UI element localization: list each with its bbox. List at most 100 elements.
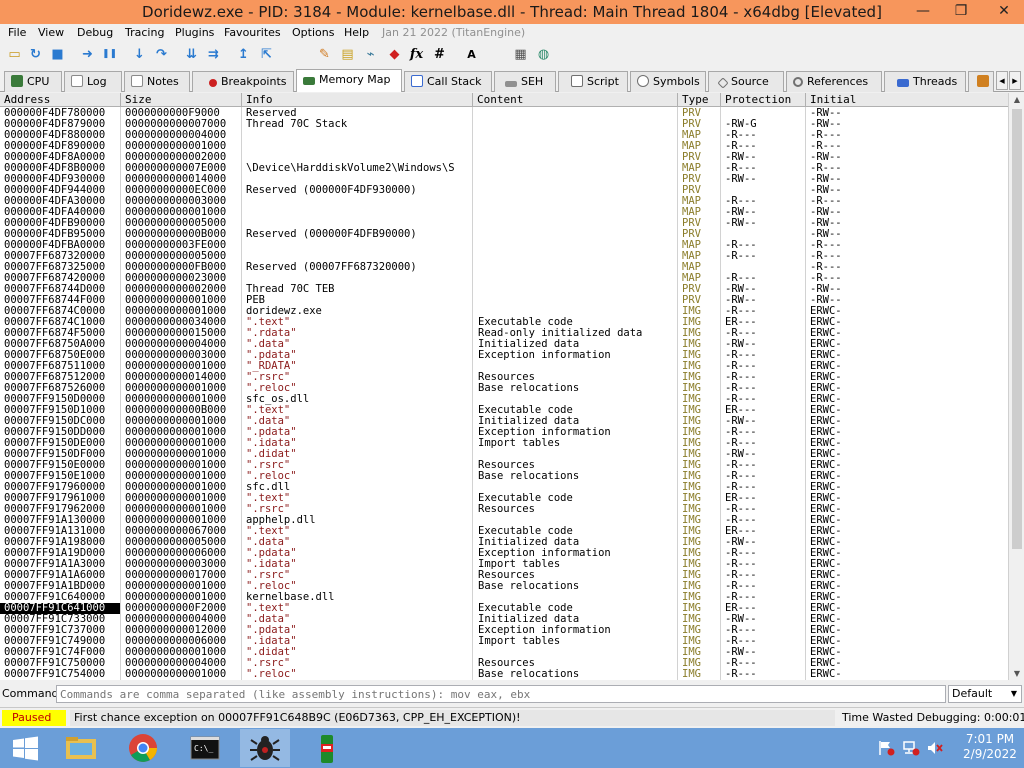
table-row[interactable]: 00007FF6874C1000 0000000000034000 ".text" E…: [0, 317, 1008, 328]
pause-icon[interactable]: ❚❚: [101, 46, 118, 63]
windows-start-icon[interactable]: [0, 729, 50, 767]
table-row[interactable]: 000000F4DF890000 0000000000001000 MAP -R---…: [0, 141, 1008, 152]
table-row[interactable]: 00007FF91A1A3000 0000000000003000 ".idata"…: [0, 559, 1008, 570]
table-row[interactable]: 00007FF917961000 0000000000001000 ".text" E…: [0, 493, 1008, 504]
table-row[interactable]: 00007FF91A19D000 0000000000006000 ".pdata"…: [0, 548, 1008, 559]
patch-icon[interactable]: ✎: [316, 46, 333, 63]
tab-call-stack[interactable]: Call Stack: [404, 71, 492, 92]
table-row[interactable]: 00007FF91C754000 0000000000001000 ".reloc"…: [0, 669, 1008, 680]
table-row[interactable]: 000000F4DFB95000 000000000000B000 Reserved…: [0, 229, 1008, 240]
command-input[interactable]: [56, 685, 946, 703]
trace-over-icon[interactable]: ⇉: [205, 46, 222, 63]
table-row[interactable]: 00007FF9150DD000 0000000000001000 ".pdata"…: [0, 427, 1008, 438]
tab-scroll-right[interactable]: ▶: [1009, 71, 1021, 90]
table-row[interactable]: 000000F4DF944000 00000000000EC000 Reserved…: [0, 185, 1008, 196]
col-size[interactable]: Size: [121, 93, 242, 107]
table-row[interactable]: 000000F4DFB90000 0000000000005000 PRV -RW--…: [0, 218, 1008, 229]
table-row[interactable]: 00007FF687512000 0000000000014000 ".rsrc" R…: [0, 372, 1008, 383]
vertical-scrollbar[interactable]: ▲ ▼: [1008, 93, 1024, 680]
table-row[interactable]: 00007FF9150E0000 0000000000001000 ".rsrc" R…: [0, 460, 1008, 471]
restore-button[interactable]: ❐: [946, 0, 976, 24]
table-row[interactable]: 00007FF9150DF000 0000000000001000 ".didat"…: [0, 449, 1008, 460]
table-row[interactable]: 00007FF91C640000 0000000000001000 kernelba…: [0, 592, 1008, 603]
table-row[interactable]: 00007FF91A131000 0000000000067000 ".text" E…: [0, 526, 1008, 537]
volume-muted-icon[interactable]: [926, 740, 944, 756]
table-row[interactable]: 00007FF91A1BD000 0000000000001000 ".reloc"…: [0, 581, 1008, 592]
clock[interactable]: 7:01 PM 2/9/2022: [960, 732, 1020, 762]
table-row[interactable]: 00007FF687420000 0000000000023000 MAP -R---…: [0, 273, 1008, 284]
table-row[interactable]: 00007FF6874C0000 0000000000001000 doridewz…: [0, 306, 1008, 317]
scroll-thumb[interactable]: [1012, 109, 1022, 549]
file-explorer-icon[interactable]: [56, 729, 106, 767]
globe-icon[interactable]: ◍: [535, 46, 552, 63]
tab-seh[interactable]: SEH: [494, 71, 556, 92]
menu-favourites[interactable]: Favourites: [224, 26, 281, 39]
table-row[interactable]: 000000F4DF780000 0000000000F9000 Reserved P…: [0, 108, 1008, 119]
tab-scroll-left[interactable]: ◀: [996, 71, 1008, 90]
table-row[interactable]: 00007FF9150DC000 0000000000001000 ".data" I…: [0, 416, 1008, 427]
menu-tracing[interactable]: Tracing: [125, 26, 164, 39]
table-row[interactable]: 00007FF9150D1000 000000000000B000 ".text" E…: [0, 405, 1008, 416]
table-row[interactable]: 00007FF68744D000 0000000000002000 Thread 7…: [0, 284, 1008, 295]
table-row[interactable]: 00007FF91A130000 0000000000001000 apphelp.…: [0, 515, 1008, 526]
restart-icon[interactable]: ↻: [27, 46, 44, 63]
functions-icon[interactable]: fx: [408, 46, 425, 63]
network-icon[interactable]: [902, 740, 920, 756]
col-info[interactable]: Info: [242, 93, 473, 107]
tab-breakpoints[interactable]: Breakpoints: [192, 71, 294, 92]
calculator-icon[interactable]: ▦: [512, 46, 529, 63]
run-to-user-code-icon[interactable]: ⇱: [258, 46, 275, 63]
memory-map-table[interactable]: Address Size Info Content Type Protectio…: [0, 93, 1008, 680]
table-row[interactable]: 00007FF91C750000 0000000000004000 ".rsrc" R…: [0, 658, 1008, 669]
table-row[interactable]: 00007FF687325000 00000000000FB000 Reserved…: [0, 262, 1008, 273]
tab-threads[interactable]: Threads: [884, 71, 966, 92]
table-row[interactable]: 00007FF687526000 0000000000001000 ".reloc"…: [0, 383, 1008, 394]
table-row[interactable]: 00007FF917962000 0000000000001000 ".rsrc" R…: [0, 504, 1008, 515]
action-center-flag-icon[interactable]: [878, 740, 896, 756]
table-row[interactable]: 00007FF687320000 0000000000005000 MAP -R---…: [0, 251, 1008, 262]
table-row[interactable]: 00007FF91C737000 0000000000012000 ".pdata"…: [0, 625, 1008, 636]
table-row[interactable]: 00007FF91C74F000 0000000000001000 ".didat"…: [0, 647, 1008, 658]
mountain-dew-icon[interactable]: [302, 729, 352, 767]
step-into-icon[interactable]: ↓: [131, 46, 148, 63]
tab-log[interactable]: Log: [64, 71, 122, 92]
command-mode-select[interactable]: Default ▼: [948, 685, 1022, 703]
table-row[interactable]: 000000F4DFA40000 0000000000001000 MAP -RW--…: [0, 207, 1008, 218]
cmd-icon[interactable]: C:\_: [180, 729, 230, 767]
chrome-icon[interactable]: [118, 729, 168, 767]
hash-icon[interactable]: #: [431, 46, 448, 63]
table-row[interactable]: 00007FF9150D0000 0000000000001000 sfc_os.d…: [0, 394, 1008, 405]
table-row[interactable]: 00007FF687511000 0000000000001000 "_RDATA"…: [0, 361, 1008, 372]
table-row[interactable]: 000000F4DFA30000 0000000000003000 MAP -R---…: [0, 196, 1008, 207]
table-row[interactable]: 000000F4DF930000 0000000000014000 PRV -RW--…: [0, 174, 1008, 185]
scroll-down-icon[interactable]: ▼: [1009, 669, 1024, 678]
table-row[interactable]: 00007FF9150E1000 0000000000001000 ".reloc"…: [0, 471, 1008, 482]
tab-notes[interactable]: Notes: [124, 71, 190, 92]
col-protection[interactable]: Protection: [721, 93, 806, 107]
tab-source[interactable]: Source: [708, 71, 784, 92]
table-row[interactable]: 00007FF68750A000 0000000000004000 ".data" I…: [0, 339, 1008, 350]
table-row[interactable]: 00007FF9150DE000 0000000000001000 ".idata"…: [0, 438, 1008, 449]
table-row[interactable]: 000000F4DF8A0000 0000000000002000 PRV -RW--…: [0, 152, 1008, 163]
tab-more[interactable]: [968, 71, 994, 92]
table-row[interactable]: 00007FF91C749000 0000000000006000 ".idata"…: [0, 636, 1008, 647]
tab-script[interactable]: Script: [558, 71, 628, 92]
menu-help[interactable]: Help: [344, 26, 369, 39]
x64dbg-icon[interactable]: [240, 729, 290, 767]
menu-view[interactable]: View: [38, 26, 64, 39]
table-row[interactable]: 000000F4DF880000 0000000000004000 MAP -R---…: [0, 130, 1008, 141]
table-row[interactable]: 00007FF91A198000 0000000000005000 ".data" I…: [0, 537, 1008, 548]
col-content[interactable]: Content: [473, 93, 678, 107]
labels-icon[interactable]: ⌁: [362, 46, 379, 63]
table-row[interactable]: 00007FF6874F5000 0000000000015000 ".rdata"…: [0, 328, 1008, 339]
menu-plugins[interactable]: Plugins: [175, 26, 214, 39]
col-address[interactable]: Address: [0, 93, 121, 107]
menu-options[interactable]: Options: [292, 26, 334, 39]
tab-symbols[interactable]: Symbols: [630, 71, 706, 92]
close-button[interactable]: ✕: [984, 0, 1024, 24]
tab-cpu[interactable]: CPU: [4, 71, 62, 92]
scroll-up-icon[interactable]: ▲: [1009, 95, 1024, 104]
minimize-button[interactable]: —: [908, 0, 938, 24]
menu-debug[interactable]: Debug: [77, 26, 113, 39]
open-icon[interactable]: ▭: [6, 46, 23, 63]
